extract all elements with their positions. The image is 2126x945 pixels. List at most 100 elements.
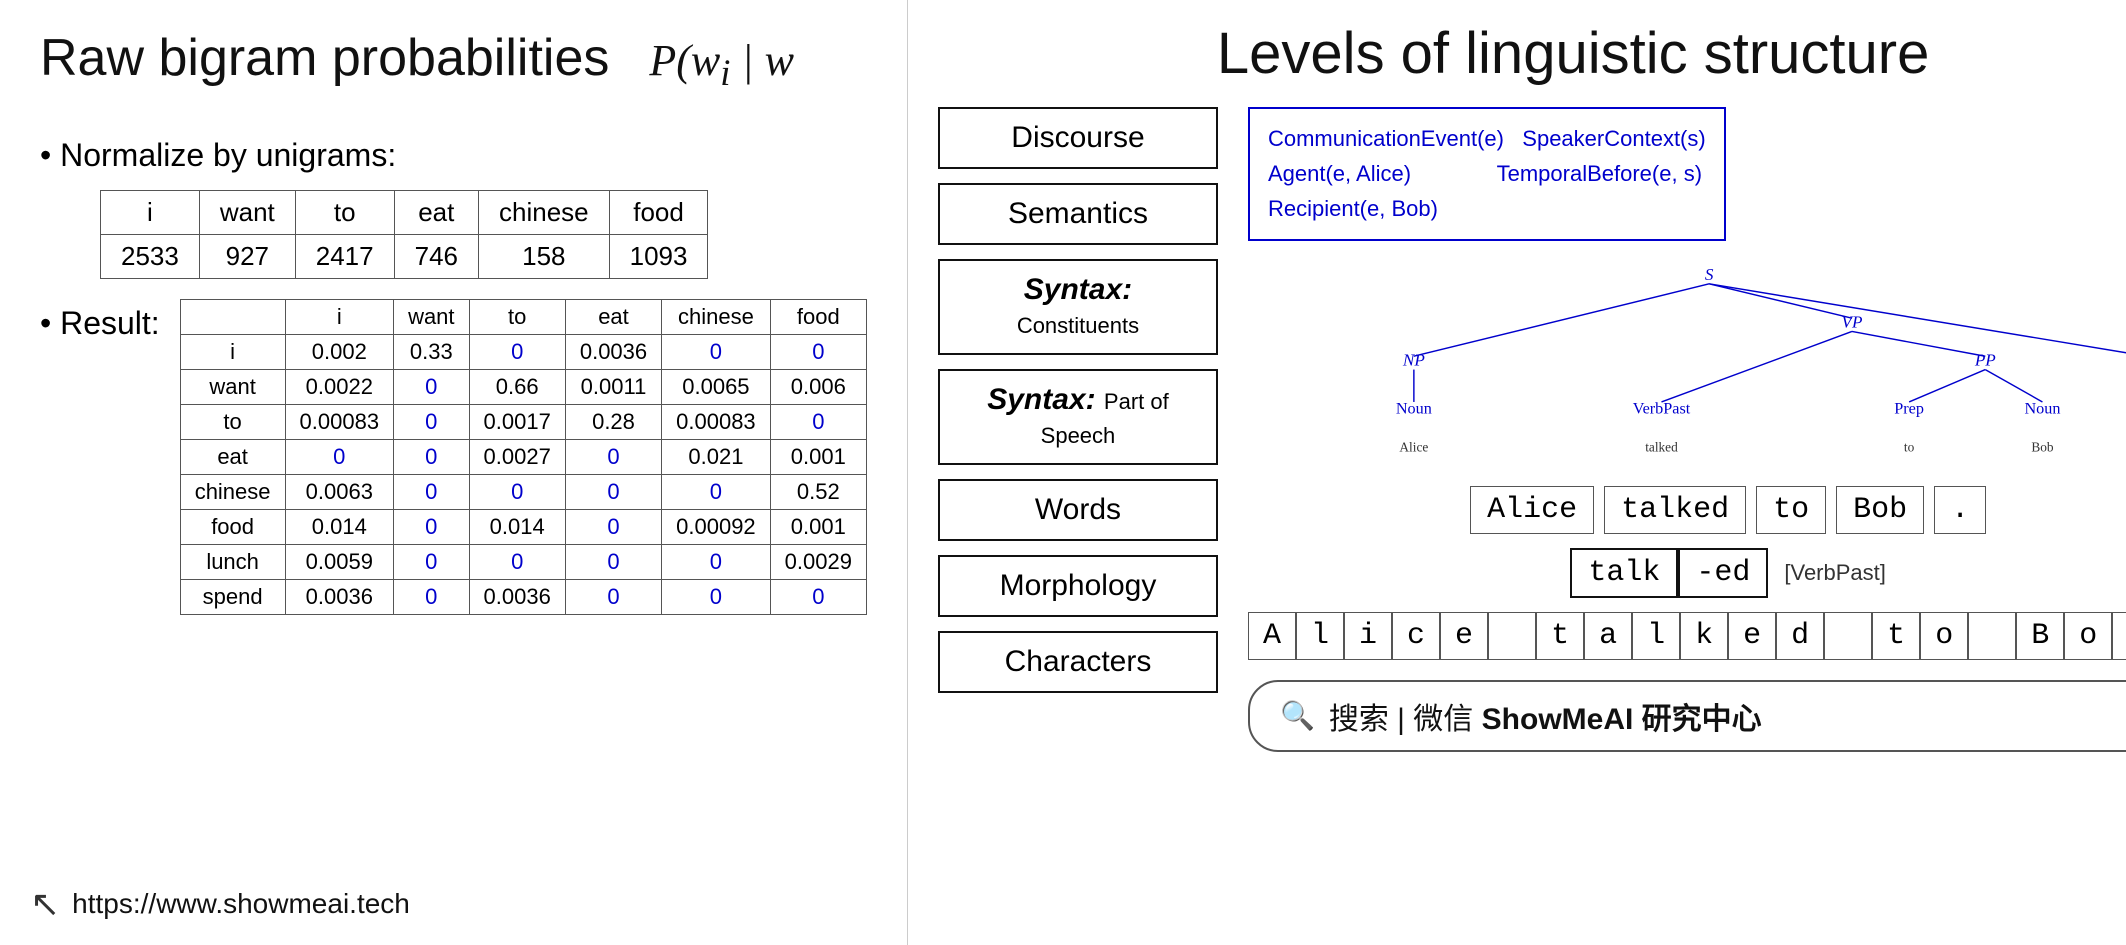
left-panel: Raw bigram probabilities P(wi | w • Norm… (0, 0, 907, 945)
level-semantics: Semantics (938, 183, 1218, 245)
unigram-val-to: 2417 (295, 235, 394, 279)
level-syntax-const-main: Syntax: (1024, 273, 1132, 306)
unigram-table: i want to eat chinese food 2533 927 2417… (100, 190, 708, 279)
normalize-label: • Normalize by unigrams: (40, 137, 396, 174)
semantic-line1: CommunicationEvent(e) SpeakerContext(s) (1268, 126, 1706, 151)
leaf-to: to (1904, 439, 1915, 454)
unigram-header-to: to (295, 191, 394, 235)
node-S: S (1705, 265, 1714, 284)
search-text: 搜索 | 微信 ShowMeAI 研究中心 (1329, 694, 1762, 738)
cursor-icon: ↖ (30, 883, 60, 925)
morph-talk: talk (1570, 548, 1678, 598)
morph-row: talk -ed [VerbPast] (1248, 548, 2126, 598)
leaf-alice: Alice (1399, 439, 1428, 454)
unigram-header-want: want (199, 191, 295, 235)
left-title: Raw bigram probabilities (40, 30, 609, 87)
diagram-column: CommunicationEvent(e) SpeakerContext(s) … (1248, 107, 2126, 925)
unigram-val-eat: 746 (394, 235, 478, 279)
level-discourse: Discourse (938, 107, 1218, 169)
bigram-th-chinese: chinese (662, 300, 771, 335)
level-semantics-label: Semantics (1008, 197, 1148, 230)
normalize-bullet: • Normalize by unigrams: (40, 137, 867, 174)
bigram-header-row: i want to eat chinese food (180, 300, 866, 335)
table-row: lunch 0.0059 0 0 0 0 0.0029 (180, 545, 866, 580)
char-l: l (1296, 612, 1344, 660)
char-sp1 (1488, 612, 1536, 660)
word-to: to (1756, 486, 1826, 534)
bullet-section: • Normalize by unigrams: i want to eat c… (40, 137, 867, 615)
char-b: b (2112, 612, 2126, 660)
level-syntax-pos: Syntax: Part of Speech (938, 369, 1218, 465)
char-a: a (1584, 612, 1632, 660)
unigram-values-row: 2533 927 2417 746 158 1093 (101, 235, 708, 279)
unigram-header-i: i (101, 191, 200, 235)
leaf-bob: Bob (2031, 439, 2054, 454)
level-morphology-label: Morphology (1000, 569, 1157, 602)
unigram-val-i: 2533 (101, 235, 200, 279)
node-VP: VP (1841, 312, 1862, 331)
table-row: spend 0.0036 0 0.0036 0 0 0 (180, 580, 866, 615)
search-bar[interactable]: 🔍 搜索 | 微信 ShowMeAI 研究中心 (1248, 680, 2126, 752)
unigram-header-row: i want to eat chinese food (101, 191, 708, 235)
syntax-tree: S VP NP PP Noun VerbPast Prep (1248, 261, 2126, 466)
title-row: Raw bigram probabilities P(wi | w (40, 30, 867, 117)
chars-row: A l i c e t a l k e d t o B (1248, 612, 2126, 660)
level-morphology: Morphology (938, 555, 1218, 617)
node-noun1: Noun (1396, 399, 1432, 417)
unigram-header-chinese: chinese (479, 191, 610, 235)
char-sp2 (1824, 612, 1872, 660)
result-row: • Result: i want to eat chinese food (40, 299, 867, 615)
word-bob: Bob (1836, 486, 1924, 534)
char-t: t (1536, 612, 1584, 660)
right-title: Levels of linguistic structure (938, 20, 2126, 87)
node-noun2: Noun (2024, 399, 2060, 417)
level-characters: Characters (938, 631, 1218, 693)
char-o2: o (2064, 612, 2112, 660)
table-row: to 0.00083 0 0.0017 0.28 0.00083 0 (180, 405, 866, 440)
unigram-val-food: 1093 (609, 235, 708, 279)
node-prep: Prep (1894, 399, 1924, 417)
leaf-talked: talked (1645, 439, 1678, 454)
word-talked: talked (1604, 486, 1746, 534)
semantic-line2: Agent(e, Alice) TemporalBefore(e, s) (1268, 161, 1702, 186)
level-discourse-label: Discourse (1011, 121, 1144, 154)
right-panel: Levels of linguistic structure Discourse… (907, 0, 2126, 945)
level-words: Words (938, 479, 1218, 541)
footer: ↖ https://www.showmeai.tech (30, 883, 410, 925)
bigram-th-eat: eat (565, 300, 661, 335)
search-icon: 🔍 (1280, 699, 1315, 733)
level-syntax-const: Syntax: Constituents (938, 259, 1218, 355)
level-syntax-const-sub: Constituents (1017, 313, 1139, 338)
bigram-th-food: food (770, 300, 866, 335)
bigram-table: i want to eat chinese food i 0.002 (180, 299, 867, 615)
table-row: i 0.002 0.33 0 0.0036 0 0 (180, 335, 866, 370)
footer-url: https://www.showmeai.tech (72, 888, 410, 920)
result-label: • Result: (40, 305, 160, 342)
table-row: want 0.0022 0 0.66 0.0011 0.0065 0.006 (180, 370, 866, 405)
right-content: Discourse Semantics Syntax: Constituents… (938, 107, 2126, 925)
table-row: eat 0 0 0.0027 0 0.021 0.001 (180, 440, 866, 475)
char-t2: t (1872, 612, 1920, 660)
bigram-th-empty (180, 300, 285, 335)
level-words-label: Words (1035, 493, 1121, 526)
table-row: chinese 0.0063 0 0 0 0 0.52 (180, 475, 866, 510)
unigram-val-want: 927 (199, 235, 295, 279)
char-c: c (1392, 612, 1440, 660)
word-alice: Alice (1470, 486, 1594, 534)
morph-ed: -ed (1678, 548, 1768, 598)
unigram-header-eat: eat (394, 191, 478, 235)
char-o: o (1920, 612, 1968, 660)
level-syntax-pos-main: Syntax: (987, 383, 1095, 416)
char-d: d (1776, 612, 1824, 660)
bigram-th-i: i (285, 300, 394, 335)
word-period: . (1934, 486, 1986, 534)
char-sp3 (1968, 612, 2016, 660)
semantic-line3: Recipient(e, Bob) (1268, 196, 1438, 221)
main-container: Raw bigram probabilities P(wi | w • Norm… (0, 0, 2126, 945)
formula-display: P(wi | w (649, 35, 794, 94)
char-i: i (1344, 612, 1392, 660)
char-A: A (1248, 612, 1296, 660)
morph-verbpast-label: [VerbPast] (1784, 560, 1886, 586)
table-row: food 0.014 0 0.014 0 0.00092 0.001 (180, 510, 866, 545)
levels-column: Discourse Semantics Syntax: Constituents… (938, 107, 1218, 925)
